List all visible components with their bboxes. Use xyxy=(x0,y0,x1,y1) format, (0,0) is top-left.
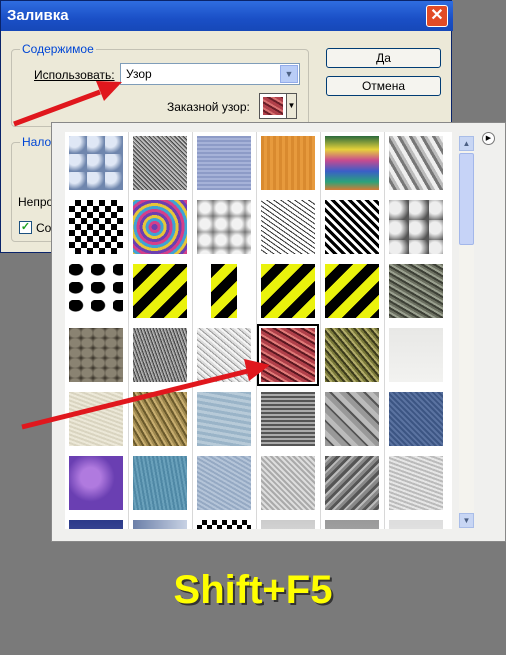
arrow-to-selected-pattern xyxy=(21,359,270,430)
annotation-arrows xyxy=(13,81,270,430)
arrow-to-select xyxy=(13,81,122,127)
